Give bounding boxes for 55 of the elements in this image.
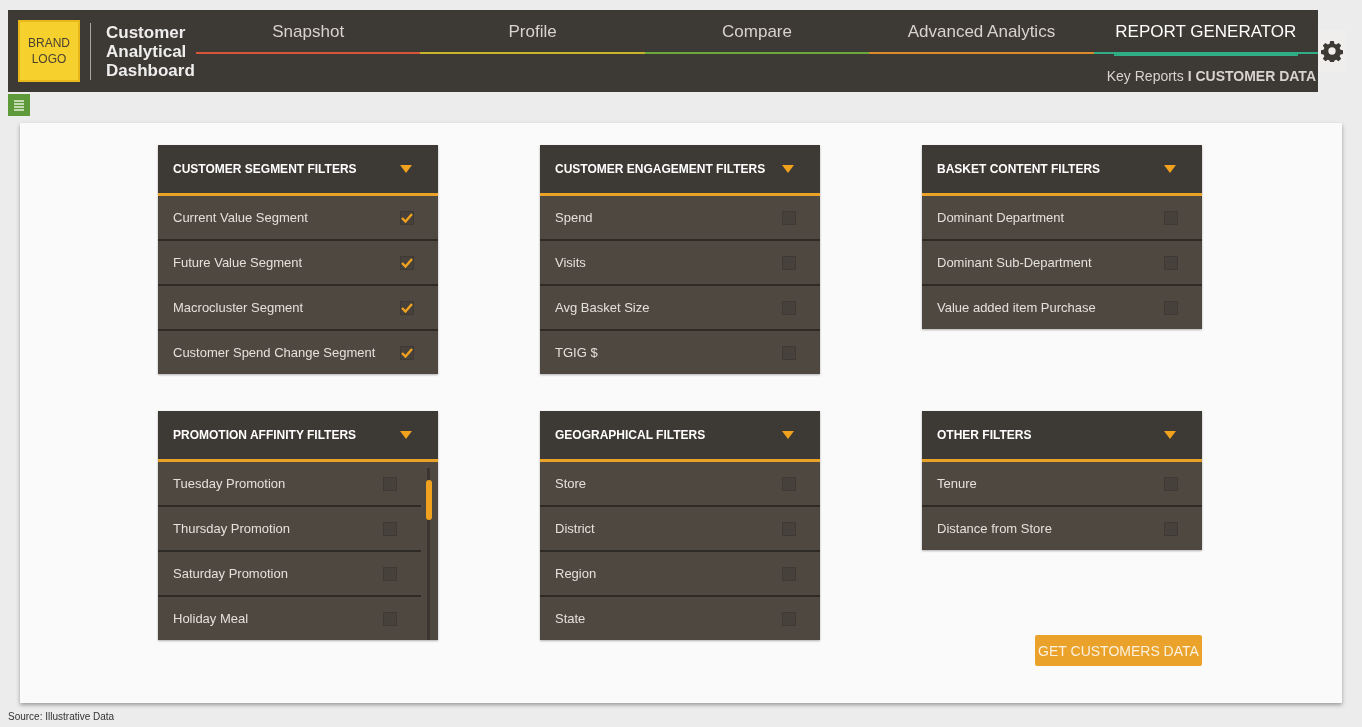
- panel-header[interactable]: BASKET CONTENT FILTERS: [922, 145, 1202, 196]
- filter-label: Spend: [555, 210, 593, 225]
- filter-label: Distance from Store: [937, 521, 1052, 536]
- filter-label: Saturday Promotion: [173, 566, 288, 581]
- dropdown-arrow-icon[interactable]: [1164, 431, 1176, 439]
- panel-title: CUSTOMER ENGAGEMENT FILTERS: [555, 162, 766, 176]
- panel-header[interactable]: PROMOTION AFFINITY FILTERS: [158, 411, 438, 462]
- filter-label: Store: [555, 476, 587, 491]
- panel-title: BASKET CONTENT FILTERS: [937, 162, 1101, 176]
- source-note: Source: Illustrative Data: [8, 711, 116, 722]
- nav-tab[interactable]: REPORT GENERATOR: [1093, 10, 1319, 54]
- panel-title: CUSTOMER SEGMENT FILTERS: [173, 162, 357, 176]
- dropdown-arrow-icon[interactable]: [782, 165, 794, 173]
- menu-icon[interactable]: [13, 99, 25, 111]
- dropdown-arrow-icon[interactable]: [400, 431, 412, 439]
- filter-label: District: [555, 521, 595, 536]
- nav-tab[interactable]: Compare: [644, 10, 870, 54]
- filter-label: Customer Spend Change Segment: [173, 345, 376, 360]
- breadcrumb: Key Reports I CUSTOMER DATA: [1105, 68, 1317, 84]
- panel-header[interactable]: CUSTOMER SEGMENT FILTERS: [158, 145, 438, 196]
- checkbox[interactable]: [400, 255, 414, 270]
- checkbox[interactable]: [400, 300, 414, 315]
- dropdown-arrow-icon[interactable]: [400, 165, 412, 173]
- filter-label: Thursday Promotion: [173, 521, 291, 536]
- menu-button[interactable]: [8, 94, 30, 116]
- panel-header[interactable]: CUSTOMER ENGAGEMENT FILTERS: [540, 145, 820, 196]
- filter-label: Tenure: [937, 476, 977, 491]
- filter-label: State: [555, 611, 586, 626]
- filter-label: Current Value Segment: [173, 210, 308, 225]
- nav-tab[interactable]: Profile: [420, 10, 645, 54]
- filter-label: Region: [555, 566, 597, 581]
- panel-title: PROMOTION AFFINITY FILTERS: [173, 428, 357, 442]
- dropdown-arrow-icon[interactable]: [1164, 165, 1176, 173]
- panel-header[interactable]: OTHER FILTERS: [922, 411, 1202, 462]
- filter-label: Avg Basket Size: [555, 300, 650, 315]
- panel-title: OTHER FILTERS: [937, 428, 1032, 442]
- nav-tab[interactable]: Snapshot: [196, 10, 421, 54]
- checkbox[interactable]: [400, 345, 414, 360]
- filter-label: Holiday Meal: [173, 611, 249, 626]
- brand-logo: BRAND LOGO: [18, 20, 80, 82]
- filter-label: TGIG $: [555, 345, 598, 360]
- checkbox[interactable]: [400, 210, 414, 225]
- filter-label: Dominant Sub-Department: [937, 255, 1092, 270]
- filter-label: Visits: [555, 255, 586, 270]
- nav-tab[interactable]: Advanced Analytics: [869, 10, 1094, 54]
- filter-label: Dominant Department: [937, 210, 1065, 225]
- settings-icon[interactable]: [1321, 40, 1343, 62]
- panel-title: GEOGRAPHICAL FILTERS: [555, 428, 706, 442]
- dashboard-title: Customer Analytical Dashboard: [90, 22, 196, 80]
- filter-label: Future Value Segment: [173, 255, 303, 270]
- filter-label: Macrocluster Segment: [173, 300, 304, 315]
- filter-label: Tuesday Promotion: [173, 476, 286, 491]
- dropdown-arrow-icon[interactable]: [782, 431, 794, 439]
- panel-header[interactable]: GEOGRAPHICAL FILTERS: [540, 411, 820, 462]
- filter-label: Value added item Purchase: [937, 300, 1096, 315]
